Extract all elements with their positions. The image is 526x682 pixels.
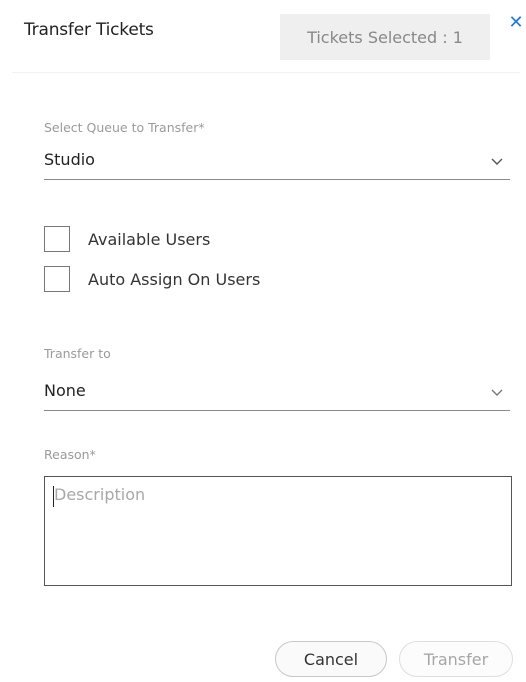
queue-label: Select Queue to Transfer* [44, 120, 205, 135]
header-divider [12, 72, 520, 73]
transfer-to-label: Transfer to [44, 346, 111, 361]
chevron-down-icon [491, 158, 503, 165]
auto-assign-option[interactable]: Auto Assign On Users [44, 265, 260, 293]
auto-assign-label: Auto Assign On Users [88, 269, 261, 289]
available-users-label: Available Users [88, 229, 211, 249]
chevron-down-icon [491, 389, 503, 396]
available-users-checkbox[interactable] [44, 226, 70, 252]
cancel-button[interactable]: Cancel [275, 641, 387, 677]
reason-description-input[interactable]: Description [44, 476, 512, 586]
queue-select-value: Studio [44, 150, 95, 169]
transfer-to-select-value: None [44, 381, 86, 400]
reason-label: Reason* [44, 447, 96, 462]
dialog-title: Transfer Tickets [24, 20, 154, 40]
transfer-to-select[interactable]: None [44, 377, 510, 411]
available-users-option[interactable]: Available Users [44, 225, 210, 253]
text-caret [53, 486, 54, 507]
auto-assign-checkbox[interactable] [44, 266, 70, 292]
dialog-header: Transfer Tickets Tickets Selected : 1 ✕ [0, 0, 526, 70]
tickets-selected-badge: Tickets Selected : 1 [280, 14, 490, 60]
queue-select[interactable]: Studio [44, 146, 510, 180]
close-icon[interactable]: ✕ [507, 12, 525, 34]
description-placeholder: Description [54, 485, 146, 504]
transfer-button[interactable]: Transfer [399, 641, 513, 677]
